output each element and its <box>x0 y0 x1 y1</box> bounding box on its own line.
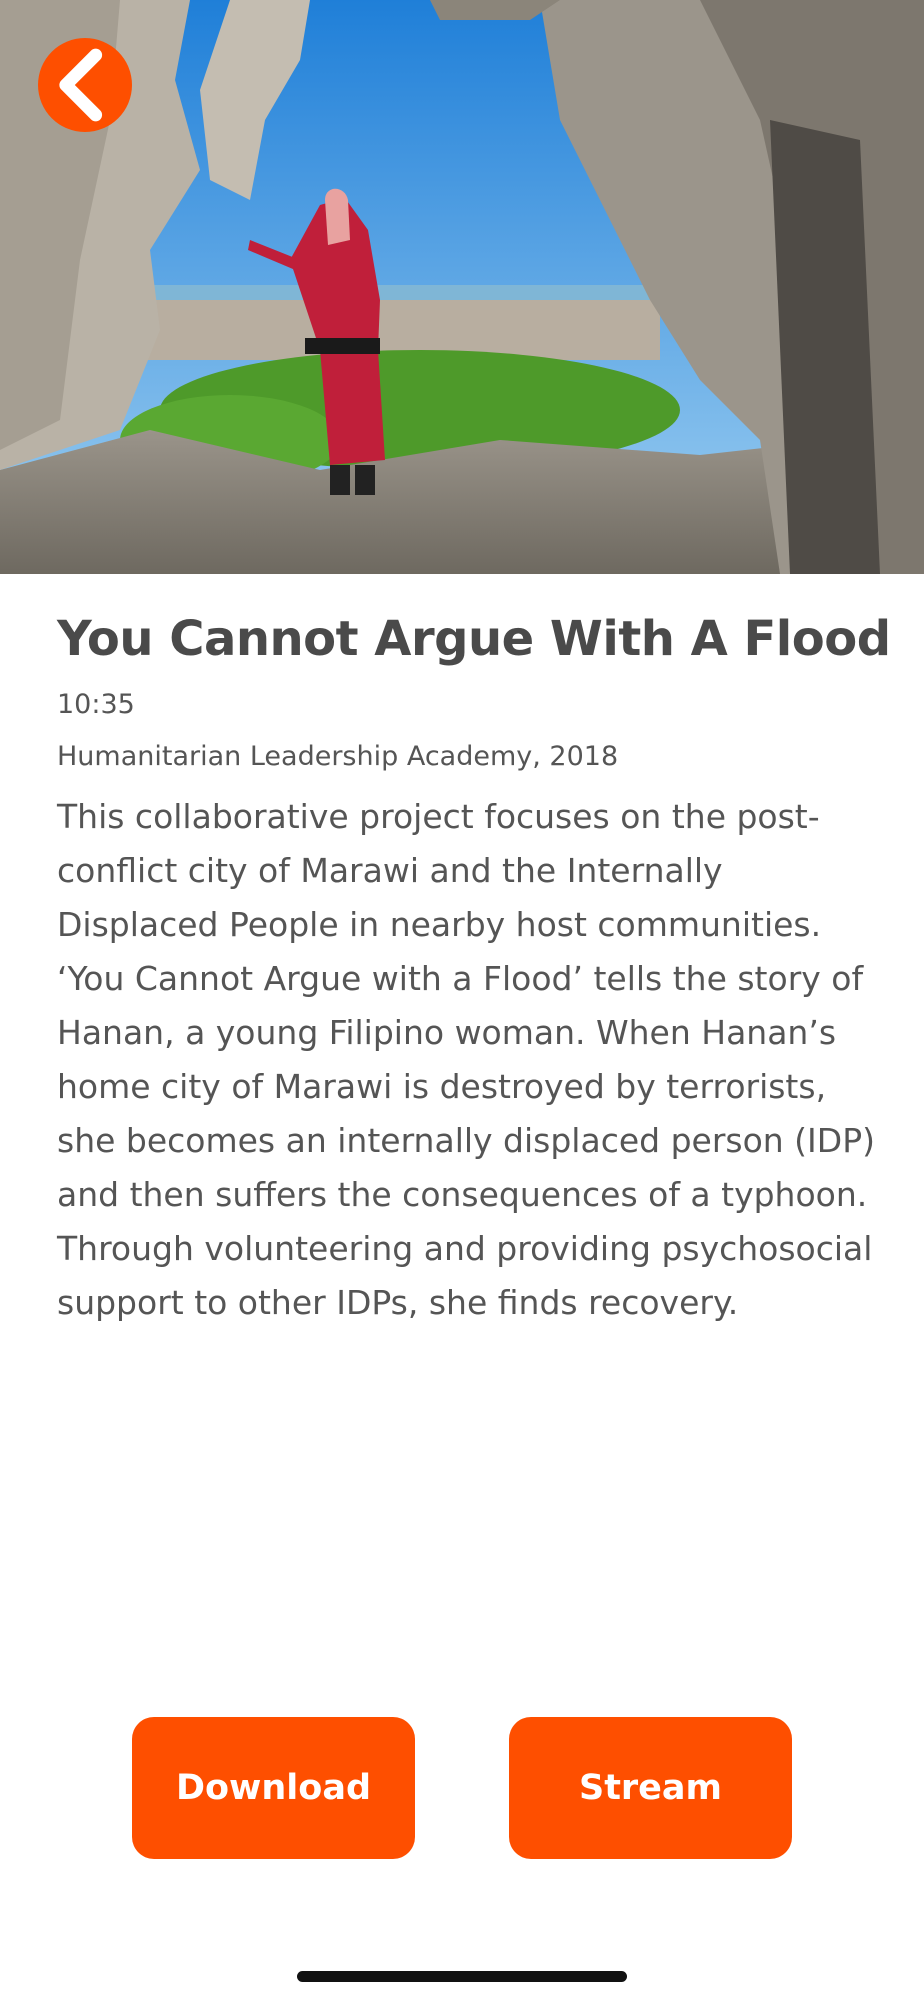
hero-photo <box>0 0 924 574</box>
film-details: You Cannot Argue With A Flood 10:35 Huma… <box>57 604 891 1330</box>
stream-button[interactable]: Stream <box>509 1717 792 1859</box>
film-duration: 10:35 <box>57 689 135 720</box>
download-button[interactable]: Download <box>132 1717 415 1859</box>
film-credit: Humanitarian Leadership Academy, 2018 <box>57 741 619 772</box>
film-title: You Cannot Argue With A Flood <box>57 611 891 667</box>
home-indicator <box>297 1971 627 1982</box>
hero-image <box>0 0 924 574</box>
chevron-left-icon <box>59 48 103 122</box>
back-button[interactable] <box>38 38 132 132</box>
film-description: This collaborative project focuses on th… <box>57 797 875 1322</box>
